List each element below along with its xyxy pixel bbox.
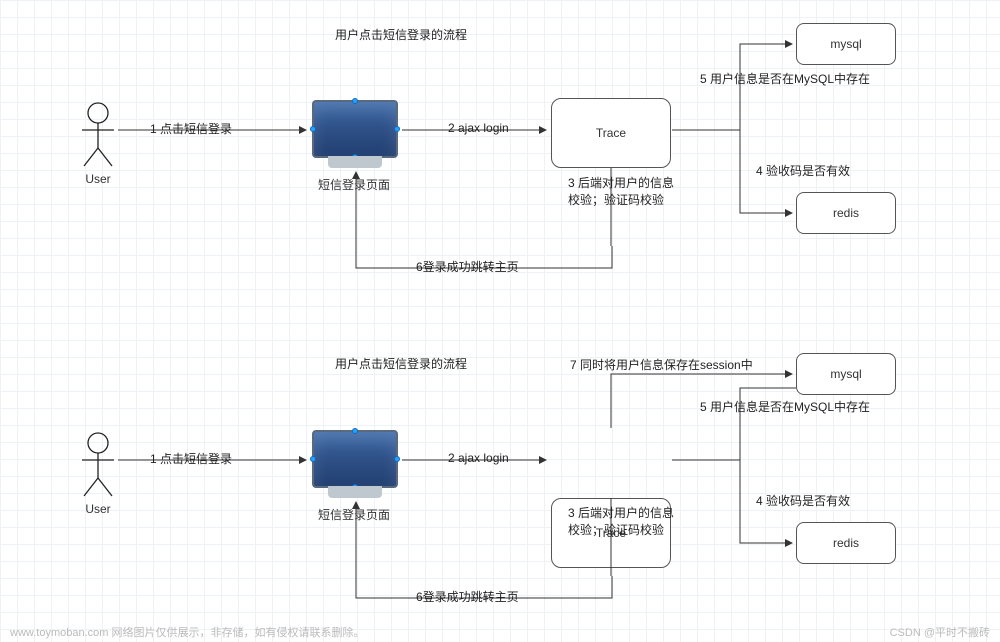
edge2-2-ajax: 2 ajax login (448, 451, 509, 465)
edge-5-mysql: 5 用户信息是否在MySQL中存在 (700, 70, 870, 87)
diagram1-monitor-caption: 短信登录页面 (318, 176, 390, 193)
edge2-1-click-sms: 1 点击短信登录 (150, 450, 232, 467)
monitor-icon (312, 100, 398, 158)
mysql-node: mysql (796, 23, 896, 65)
edge-1-click-sms: 1 点击短信登录 (150, 120, 232, 137)
mysql-label: mysql (830, 37, 861, 51)
edge-4-code-valid: 4 验收码是否有效 (756, 162, 850, 179)
edge2-3-backend-verify: 3 后端对用户的信息校验；验证码校验 (568, 504, 678, 538)
redis-label: redis (833, 206, 859, 220)
monitor-icon (312, 430, 398, 488)
edge2-6-success: 6登录成功跳转主页 (416, 588, 519, 605)
mysql-label: mysql (830, 367, 861, 381)
edge2-7-session: 7 同时将用户信息保存在session中 (570, 356, 753, 373)
edge-3-backend-verify: 3 后端对用户的信息校验；验证码校验 (568, 174, 678, 208)
diagram1-title: 用户点击短信登录的流程 (335, 26, 467, 43)
trace-node: Trace (551, 98, 671, 168)
redis-node: redis (796, 192, 896, 234)
user-icon (78, 100, 118, 170)
diagram2-monitor-caption: 短信登录页面 (318, 506, 390, 523)
footer-right: CSDN @平时不搬砖 (890, 624, 990, 640)
edge-2-ajax: 2 ajax login (448, 121, 509, 135)
redis-node: redis (796, 522, 896, 564)
diagram1-user-label: User (84, 172, 112, 186)
trace-label: Trace (596, 126, 626, 140)
edge2-5-mysql: 5 用户信息是否在MySQL中存在 (700, 398, 870, 415)
diagram2-title: 用户点击短信登录的流程 (335, 355, 467, 372)
redis-label: redis (833, 536, 859, 550)
diagram2-user-label: User (84, 502, 112, 516)
edge2-4-code-valid: 4 验收码是否有效 (756, 492, 850, 509)
footer-left: www.toymoban.com 网络图片仅供展示，非存储，如有侵权请联系删除。 (10, 624, 364, 640)
edge-6-success: 6登录成功跳转主页 (416, 258, 519, 275)
mysql-node: mysql (796, 353, 896, 395)
user-icon (78, 430, 118, 500)
